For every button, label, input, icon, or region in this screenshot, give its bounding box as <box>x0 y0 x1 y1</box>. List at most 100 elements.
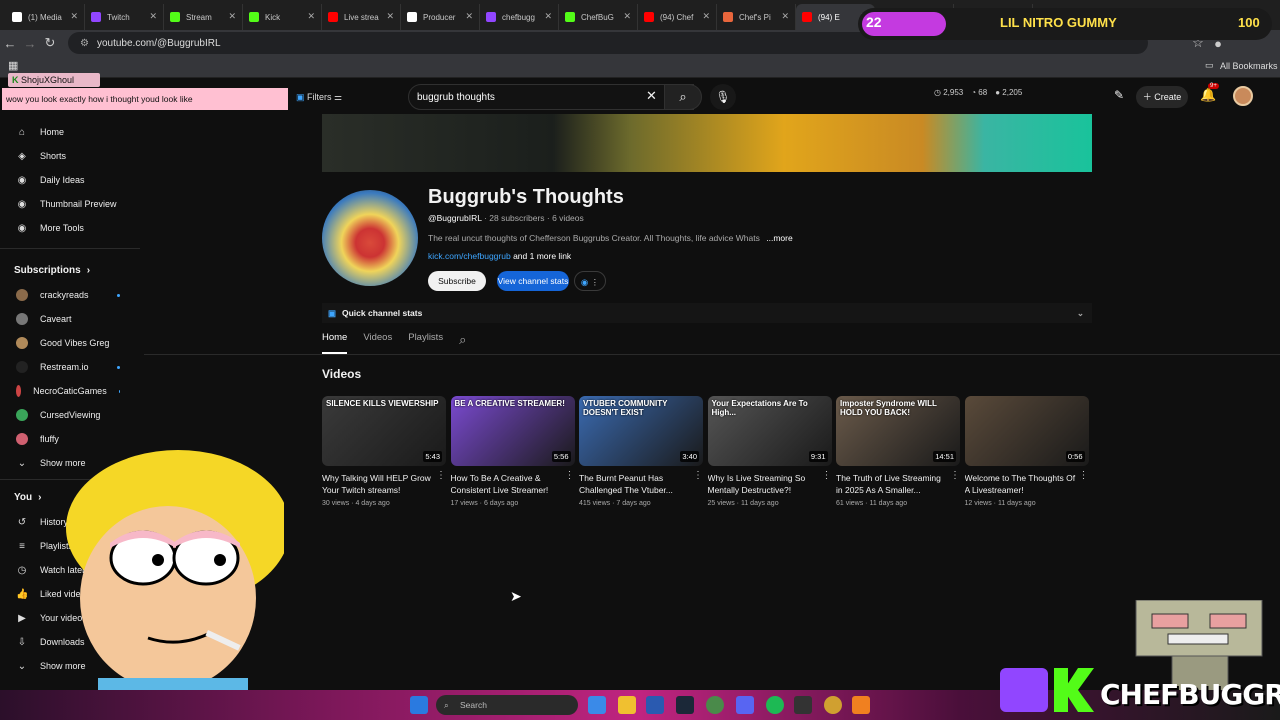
browser-tab[interactable]: Live strea ✕ <box>322 4 401 30</box>
channel-extension-button[interactable]: ◉ ⋮ <box>574 271 606 291</box>
kebab-menu-icon[interactable]: ⋮ <box>565 470 575 481</box>
video-thumbnail[interactable]: 0:56 <box>964 396 1089 466</box>
video-title[interactable]: How To Be A Creative & Consistent Live S… <box>451 472 563 496</box>
browser-tab[interactable]: (94) Chef ✕ <box>638 4 717 30</box>
video-title[interactable]: The Burnt Peanut Has Challenged The Vtub… <box>579 472 691 496</box>
tab-videos[interactable]: Videos <box>363 332 392 354</box>
close-tab-icon[interactable]: ✕ <box>781 11 789 22</box>
browser-tab[interactable]: Producer ✕ <box>401 4 480 30</box>
filters-button[interactable]: ▣ Filters ⚌ <box>296 86 362 108</box>
video-card[interactable]: BE A CREATIVE STREAMER! 5:56 How To Be A C… <box>450 396 575 507</box>
extension-icon[interactable]: ✎ <box>1114 88 1124 102</box>
terminal-icon[interactable] <box>794 696 812 714</box>
spotify-icon[interactable] <box>766 696 784 714</box>
vlc-icon[interactable] <box>852 696 870 714</box>
thumbnail-text: Your Expectations Are To High... <box>711 399 808 417</box>
browser-tab[interactable]: Chef's Pi ✕ <box>717 4 796 30</box>
subscription-item[interactable]: CursedViewing <box>0 403 140 427</box>
close-tab-icon[interactable]: ✕ <box>623 11 631 22</box>
kebab-menu-icon[interactable]: ⋮ <box>1079 470 1089 481</box>
close-tab-icon[interactable]: ✕ <box>307 11 315 22</box>
forward-icon[interactable]: → <box>20 36 40 51</box>
notification-count: 9+ <box>1208 83 1219 89</box>
sidebar-item-daily-ideas[interactable]: ◉ Daily Ideas <box>0 168 140 192</box>
account-avatar[interactable] <box>1233 86 1253 106</box>
sidebar-item-more-tools[interactable]: ◉ More Tools <box>0 216 140 240</box>
video-card[interactable]: 0:56 Welcome to The Thoughts Of A Livestr… <box>964 396 1089 507</box>
tab-home[interactable]: Home <box>322 332 348 354</box>
video-title[interactable]: The Truth of Live Streaming in 2025 As A… <box>836 472 948 496</box>
kebab-menu-icon[interactable]: ⋮ <box>693 470 703 481</box>
close-tab-icon[interactable]: ✕ <box>149 11 157 22</box>
close-tab-icon[interactable]: ✕ <box>702 11 710 22</box>
video-card[interactable]: Imposter Syndrome WILL HOLD YOU BACK! 14:… <box>836 396 960 507</box>
file-explorer-icon[interactable] <box>618 696 636 714</box>
subscribe-button[interactable]: Subscribe <box>428 271 486 291</box>
copilot-icon[interactable] <box>588 696 606 714</box>
sidebar-item-shorts[interactable]: ◈ Shorts <box>0 144 140 168</box>
browser-tab[interactable]: Stream ✕ <box>164 4 243 30</box>
site-info-icon[interactable]: ⚙ <box>80 38 89 49</box>
subscription-item[interactable]: Good Vibes Greg <box>0 331 140 355</box>
close-tab-icon[interactable]: ✕ <box>70 11 78 22</box>
more-link[interactable]: ...more <box>766 233 792 243</box>
video-card[interactable]: SILENCE KILLS VIEWERSHIP 5:43 Why Talking … <box>322 396 446 507</box>
taskbar-search[interactable]: ⌕ Search <box>436 695 578 715</box>
browser-tab[interactable]: chefbugg ✕ <box>480 4 559 30</box>
search-button[interactable]: ⌕ <box>664 84 702 110</box>
subscription-item[interactable]: NecroCaticGames <box>0 379 140 403</box>
reload-icon[interactable]: ↻ <box>40 35 60 51</box>
store-icon[interactable] <box>646 696 664 714</box>
kebab-menu-icon[interactable]: ⋮ <box>436 470 446 481</box>
kick-link[interactable]: kick.com/chefbuggrub <box>428 251 511 261</box>
video-thumbnail[interactable]: Your Expectations Are To High... 9:31 <box>707 396 832 466</box>
video-title[interactable]: Why Is Live Streaming So Mentally Destru… <box>708 472 820 496</box>
video-thumbnail[interactable]: BE A CREATIVE STREAMER! 5:56 <box>450 396 575 466</box>
folder-icon[interactable]: ▭ <box>1205 60 1214 71</box>
more-links[interactable]: and 1 more link <box>513 251 571 261</box>
subscription-item[interactable]: crackyreads <box>0 283 140 307</box>
view-channel-stats-button[interactable]: View channel stats <box>497 271 569 291</box>
subscription-item[interactable]: Caveart <box>0 307 140 331</box>
clear-search-icon[interactable]: ✕ <box>646 88 657 104</box>
notifications-button[interactable]: 🔔 9+ <box>1200 83 1219 103</box>
kebab-menu-icon[interactable]: ⋮ <box>950 470 960 481</box>
channel-search-icon[interactable]: ⌕ <box>459 332 466 354</box>
video-card[interactable]: VTUBER COMMUNITY DOESN'T EXIST 3:40 The Bu… <box>579 396 703 507</box>
video-thumbnail[interactable]: SILENCE KILLS VIEWERSHIP 5:43 <box>322 396 446 466</box>
browser-icon[interactable] <box>824 696 842 714</box>
browser-tab[interactable]: ChefBuG ✕ <box>559 4 638 30</box>
close-tab-icon[interactable]: ✕ <box>228 11 236 22</box>
windows-start-icon[interactable] <box>410 696 428 714</box>
sidebar-item-thumbnail-preview[interactable]: ◉ Thumbnail Preview <box>0 192 140 216</box>
back-icon[interactable]: ← <box>0 36 20 51</box>
steam-icon[interactable] <box>676 696 694 714</box>
close-tab-icon[interactable]: ✕ <box>544 11 552 22</box>
video-title[interactable]: Welcome to The Thoughts Of A Livestreame… <box>965 472 1077 496</box>
apps-icon[interactable]: ▦ <box>8 59 18 72</box>
kick-badge-icon: K <box>12 75 21 85</box>
discord-icon[interactable] <box>736 696 754 714</box>
subscription-item[interactable]: Restream.io <box>0 355 140 379</box>
subscriptions-header[interactable]: Subscriptions › <box>0 257 140 283</box>
browser-tab[interactable]: (1) Media ✕ <box>6 4 85 30</box>
close-tab-icon[interactable]: ✕ <box>465 11 473 22</box>
video-thumbnail[interactable]: VTUBER COMMUNITY DOESN'T EXIST 3:40 <box>579 396 703 466</box>
browser-tab[interactable]: Kick ✕ <box>243 4 322 30</box>
sidebar-item-home[interactable]: ⌂ Home <box>0 120 140 144</box>
browser-tab[interactable]: Twitch ✕ <box>85 4 164 30</box>
channel-description[interactable]: The real uncut thoughts of Chefferson Bu… <box>428 233 793 243</box>
video-title[interactable]: Why Talking Will HELP Grow Your Twitch s… <box>322 472 434 496</box>
chevron-down-icon[interactable]: ⌄ <box>1077 303 1084 323</box>
create-button[interactable]: ＋ Create <box>1136 86 1188 108</box>
voice-search-button[interactable]: 🎙 <box>710 84 736 110</box>
tab-playlists[interactable]: Playlists <box>408 332 443 354</box>
kebab-menu-icon[interactable]: ⋮ <box>822 470 832 481</box>
video-card[interactable]: Your Expectations Are To High... 9:31 Why … <box>707 396 832 507</box>
video-thumbnail[interactable]: Imposter Syndrome WILL HOLD YOU BACK! 14:… <box>836 396 960 466</box>
tab-favicon-icon <box>723 12 733 22</box>
close-tab-icon[interactable]: ✕ <box>386 11 394 22</box>
chrome-icon[interactable] <box>706 696 724 714</box>
all-bookmarks-label[interactable]: All Bookmarks <box>1220 61 1278 71</box>
quick-channel-stats[interactable]: ▣ Quick channel stats ⌄ <box>322 303 1092 323</box>
